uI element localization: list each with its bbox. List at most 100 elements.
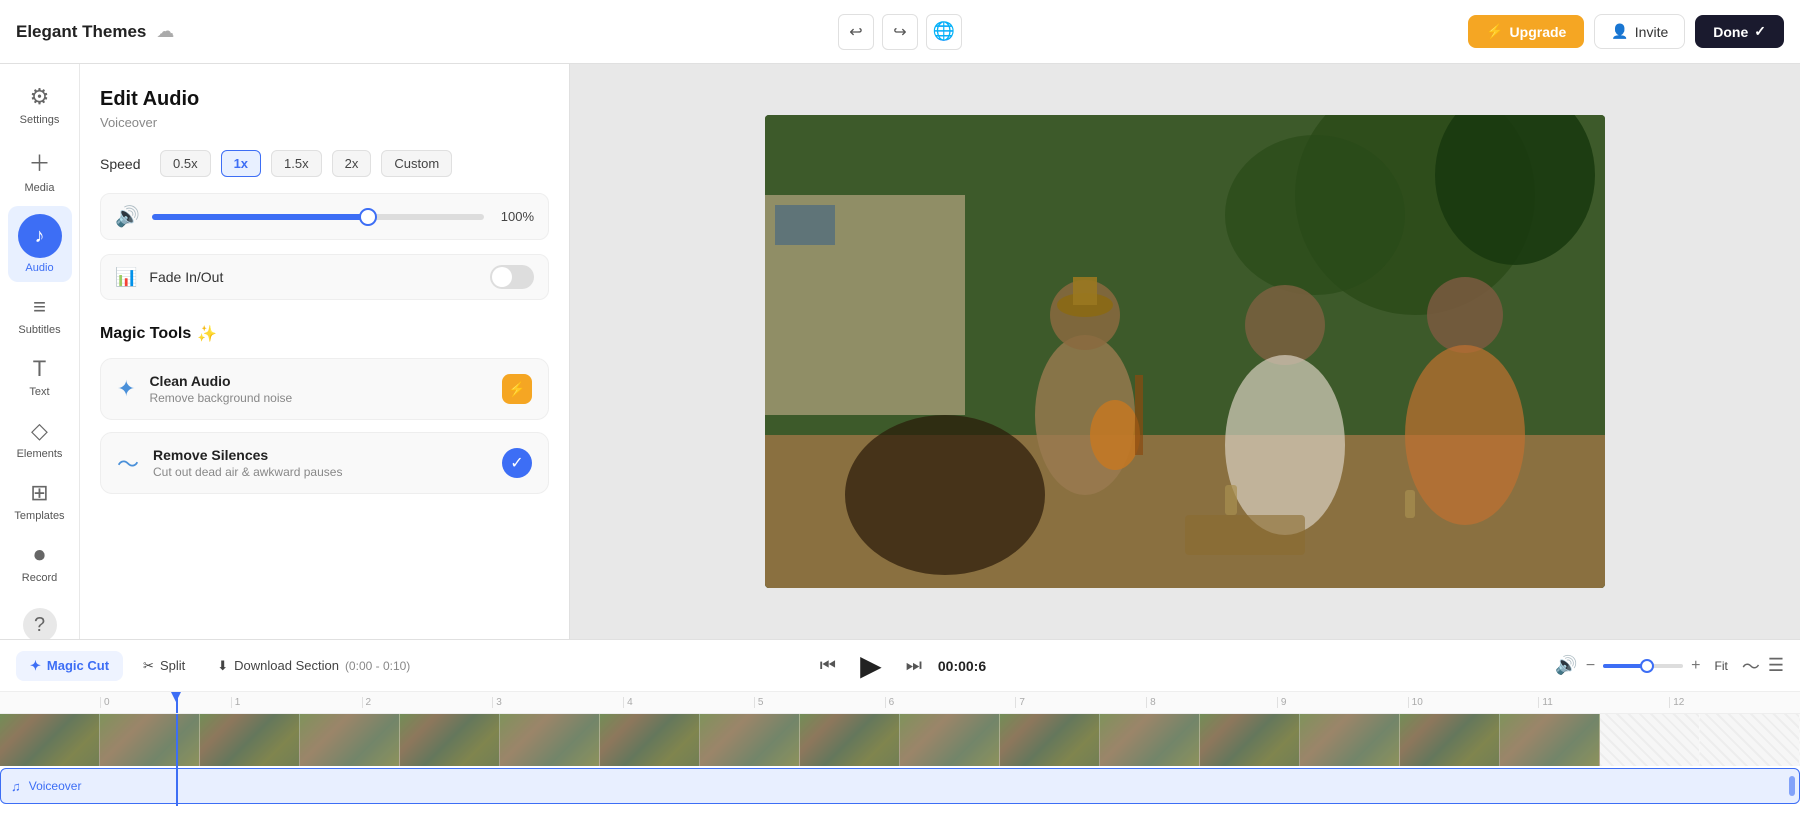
remove-silences-title: Remove Silences bbox=[153, 447, 488, 463]
zoom-slider[interactable] bbox=[1603, 664, 1683, 668]
volume-fill bbox=[152, 214, 368, 220]
film-frame-8 bbox=[700, 714, 800, 766]
done-button[interactable]: Done ✓ bbox=[1695, 15, 1784, 48]
sidebar-item-settings[interactable]: ⚙ Settings bbox=[8, 76, 72, 134]
sidebar-item-audio[interactable]: ♪ Audio bbox=[8, 206, 72, 282]
film-frame-17 bbox=[1600, 714, 1700, 766]
ruler-mark-3: 3 bbox=[492, 697, 623, 708]
waveform-button[interactable]: 〜 bbox=[1742, 653, 1760, 679]
remove-silences-badge: ✓ bbox=[502, 448, 532, 478]
speed-1x-button[interactable]: 1x bbox=[221, 150, 261, 177]
timeline-area: 0 1 2 3 4 5 6 7 8 9 10 11 12 bbox=[0, 692, 1800, 839]
zoom-in-button[interactable]: + bbox=[1691, 657, 1700, 675]
playback-controls: ⏮ ▶ ⏭ 00:00:6 bbox=[814, 647, 986, 685]
clean-audio-card[interactable]: ✦ Clean Audio Remove background noise ⚡ bbox=[100, 358, 549, 420]
magic-cut-button[interactable]: ✦ Magic Cut bbox=[16, 651, 123, 681]
upgrade-icon: ⚡ bbox=[1486, 23, 1503, 40]
preview-area bbox=[570, 64, 1800, 639]
timeline-settings-button[interactable]: ☰ bbox=[1768, 655, 1784, 676]
zoom-out-button[interactable]: − bbox=[1586, 657, 1595, 675]
sidebar-item-text[interactable]: T Text bbox=[8, 348, 72, 406]
fade-row: 📊 Fade In/Out bbox=[100, 254, 549, 300]
sidebar-item-record[interactable]: ⏺ Record bbox=[8, 534, 72, 592]
remove-silences-desc: Cut out dead air & awkward pauses bbox=[153, 465, 488, 479]
volume-icon: 🔊 bbox=[115, 204, 140, 229]
skip-back-button[interactable]: ⏮ bbox=[814, 652, 842, 680]
language-button[interactable]: 🌐 bbox=[926, 14, 962, 50]
ruler-mark-8: 8 bbox=[1146, 697, 1277, 708]
done-check-icon: ✓ bbox=[1754, 23, 1766, 40]
upgrade-button[interactable]: ⚡ Upgrade bbox=[1468, 15, 1584, 48]
topbar-left: Elegant Themes ☁ bbox=[16, 21, 597, 42]
film-frame-12 bbox=[1100, 714, 1200, 766]
split-label: Split bbox=[160, 658, 185, 673]
cloud-icon: ☁ bbox=[156, 21, 174, 42]
sidebar-item-subtitles[interactable]: ≡ Subtitles bbox=[8, 286, 72, 344]
timecode: 00:00:6 bbox=[938, 658, 986, 674]
audio-track-right-handle[interactable] bbox=[1789, 776, 1795, 796]
undo-button[interactable]: ↩ bbox=[838, 14, 874, 50]
audio-icon: ♪ bbox=[35, 225, 45, 248]
ruler-mark-9: 9 bbox=[1277, 697, 1408, 708]
invite-label: Invite bbox=[1635, 24, 1668, 40]
volume-row: 🔊 100% bbox=[100, 193, 549, 240]
film-frame-14 bbox=[1300, 714, 1400, 766]
remove-silences-check-icon: ✓ bbox=[510, 453, 523, 473]
icon-sidebar: ⚙ Settings ＋ Media ♪ Audio ≡ Subtitles T… bbox=[0, 64, 80, 639]
magic-tools-icon: ✨ bbox=[197, 324, 217, 344]
ruler-mark-11: 11 bbox=[1538, 697, 1669, 708]
speed-0.5x-button[interactable]: 0.5x bbox=[160, 150, 211, 177]
redo-button[interactable]: ↪ bbox=[882, 14, 918, 50]
film-frame-4 bbox=[300, 714, 400, 766]
fit-button[interactable]: Fit bbox=[1709, 655, 1734, 677]
sidebar-label-settings: Settings bbox=[20, 114, 60, 126]
video-preview bbox=[765, 115, 1605, 588]
skip-forward-button[interactable]: ⏭ bbox=[900, 652, 928, 680]
fade-toggle[interactable] bbox=[490, 265, 534, 289]
volume-slider[interactable] bbox=[152, 214, 484, 220]
video-filmstrip bbox=[0, 714, 1800, 766]
ruler-mark-5: 5 bbox=[754, 697, 885, 708]
help-icon: ? bbox=[23, 608, 57, 639]
film-frame-1 bbox=[0, 714, 100, 766]
topbar: Elegant Themes ☁ ↩ ↪ 🌐 ⚡ Upgrade 👤 Invit… bbox=[0, 0, 1800, 64]
play-icon: ▶ bbox=[860, 649, 882, 682]
playhead-line bbox=[176, 692, 178, 713]
sidebar-label-elements: Elements bbox=[17, 448, 63, 460]
remove-silences-icon: 〜 bbox=[117, 447, 139, 479]
sidebar-label-record: Record bbox=[22, 572, 57, 584]
timeline-tracks: ♫ Voiceover bbox=[0, 714, 1800, 806]
download-icon: ⬇ bbox=[217, 658, 228, 674]
bottom-toolbar: ✦ Magic Cut ✂ Split ⬇ Download Section (… bbox=[0, 640, 1800, 692]
remove-silences-text: Remove Silences Cut out dead air & awkwa… bbox=[153, 447, 488, 479]
speed-2x-button[interactable]: 2x bbox=[332, 150, 372, 177]
edit-panel-subtitle: Voiceover bbox=[100, 115, 549, 130]
topbar-center: ↩ ↪ 🌐 bbox=[609, 14, 1190, 50]
speed-row: Speed 0.5x 1x 1.5x 2x Custom bbox=[100, 150, 549, 177]
sidebar-item-templates[interactable]: ⊞ Templates bbox=[8, 472, 72, 530]
speed-1.5x-button[interactable]: 1.5x bbox=[271, 150, 322, 177]
film-frame-16 bbox=[1500, 714, 1600, 766]
sidebar-item-media[interactable]: ＋ Media bbox=[8, 138, 72, 202]
split-button[interactable]: ✂ Split bbox=[131, 652, 197, 680]
magic-cut-label: Magic Cut bbox=[47, 658, 109, 673]
speed-custom-button[interactable]: Custom bbox=[381, 150, 452, 177]
remove-silences-card[interactable]: 〜 Remove Silences Cut out dead air & awk… bbox=[100, 432, 549, 494]
video-scene-svg bbox=[765, 115, 1605, 588]
sidebar-item-elements[interactable]: ◇ Elements bbox=[8, 410, 72, 468]
film-frame-3 bbox=[200, 714, 300, 766]
film-frame-15 bbox=[1400, 714, 1500, 766]
volume-thumb[interactable] bbox=[359, 208, 377, 226]
redo-icon: ↪ bbox=[893, 22, 906, 42]
ruler-mark-6: 6 bbox=[885, 697, 1016, 708]
sidebar-label-templates: Templates bbox=[14, 510, 64, 522]
audio-track[interactable]: ♫ Voiceover bbox=[0, 768, 1800, 804]
playhead-arrow bbox=[171, 692, 181, 702]
invite-button[interactable]: 👤 Invite bbox=[1594, 14, 1685, 49]
film-frame-2 bbox=[100, 714, 200, 766]
play-button[interactable]: ▶ bbox=[852, 647, 890, 685]
film-frame-10 bbox=[900, 714, 1000, 766]
download-section-button[interactable]: ⬇ Download Section (0:00 - 0:10) bbox=[205, 652, 422, 680]
audio-track-row: ♫ Voiceover bbox=[0, 766, 1800, 806]
sidebar-item-help[interactable]: ? bbox=[8, 600, 72, 639]
